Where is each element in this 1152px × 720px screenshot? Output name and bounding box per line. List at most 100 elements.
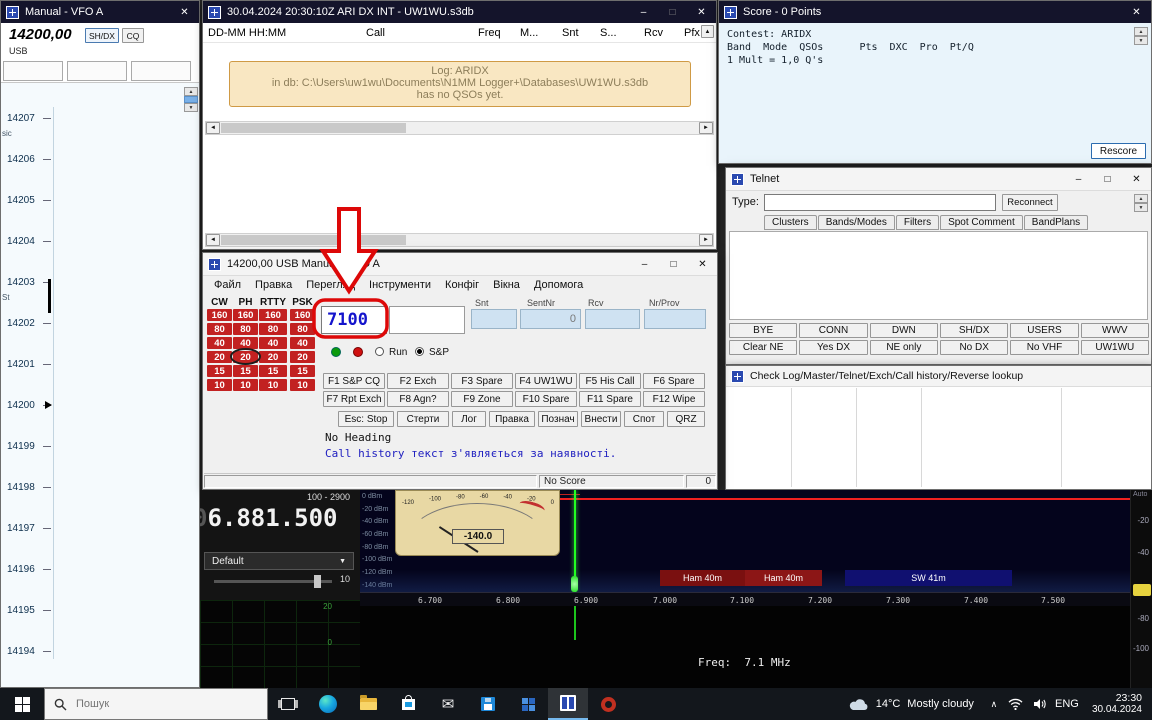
close-icon[interactable]: ✕	[170, 1, 199, 23]
bandmap-frequency[interactable]: 14207	[7, 113, 35, 124]
band-button[interactable]: 80	[233, 323, 258, 335]
scroll-up-icon[interactable]: ▲	[701, 25, 714, 38]
minimize-icon[interactable]: –	[1064, 168, 1093, 190]
spinner-down-icon[interactable]: ▼	[1134, 203, 1148, 212]
snt-field[interactable]	[471, 309, 517, 329]
tab-bands-modes[interactable]: Bands/Modes	[818, 215, 895, 230]
fkey-f4[interactable]: F4 UW1WU	[515, 373, 577, 389]
bandmap-frequency[interactable]: 14200	[7, 400, 35, 411]
cq-button[interactable]: CQ	[122, 28, 144, 43]
log-col-header[interactable]: Rcv	[644, 27, 684, 39]
run-radio[interactable]	[375, 347, 384, 356]
bandmap-frequency[interactable]: 14203	[7, 277, 35, 288]
fkey-f9[interactable]: F9 Zone	[451, 391, 513, 407]
fkey-f5[interactable]: F5 His Call	[579, 373, 641, 389]
close-icon[interactable]: ✕	[1122, 168, 1151, 190]
menu-window[interactable]: Вікна	[486, 279, 527, 291]
file-explorer-button[interactable]	[348, 688, 388, 720]
maximize-icon[interactable]: □	[659, 253, 688, 275]
bandmap-frequency[interactable]: 14205	[7, 195, 35, 206]
vfo-memory-box[interactable]	[3, 61, 63, 81]
bandmap-frequency[interactable]: 14195	[7, 605, 35, 616]
menu-config[interactable]: Конфіг	[438, 279, 486, 291]
spectrum-display[interactable]: 0 dBm -20 dBm -40 dBm -60 dBm -80 dBm -1…	[360, 490, 1130, 592]
log-col-header[interactable]: DD-MM HH:MM	[203, 27, 366, 39]
band-button[interactable]: 40	[259, 337, 287, 349]
run-radio-label[interactable]: Run	[389, 347, 407, 358]
sentnr-field[interactable]: 0	[520, 309, 581, 329]
band-button[interactable]: 10	[290, 379, 315, 391]
volume-slider[interactable]	[214, 580, 332, 583]
search-input[interactable]	[74, 697, 238, 711]
log-col-header[interactable]: Call	[366, 27, 478, 39]
edge-button[interactable]	[308, 688, 348, 720]
telnet-spinner[interactable]: ▲ ▼	[1134, 194, 1148, 212]
menu-file[interactable]: Файл	[207, 279, 248, 291]
log-hscrollbar-bottom[interactable]: ◄ ►	[205, 233, 714, 247]
bandmap-frequency[interactable]: 14197	[7, 523, 35, 534]
vfo-memory-box[interactable]	[67, 61, 127, 81]
qrz-button[interactable]: QRZ	[667, 411, 705, 427]
scroll-right-icon[interactable]: ►	[699, 234, 713, 246]
zoom-down-icon[interactable]: ▼	[184, 103, 198, 112]
score-titlebar[interactable]: Score - 0 Points ✕	[719, 1, 1151, 23]
log-col-header[interactable]: Snt	[562, 27, 600, 39]
frequency-scale[interactable]: 6.700 6.800 6.900 7.000 7.100 7.200 7.30…	[360, 592, 1130, 606]
waterfall-display[interactable]: Freq: 7.1 MHz	[360, 606, 1130, 688]
red-app-button[interactable]	[588, 688, 628, 720]
band-segment-sw41m[interactable]: SW 41m	[845, 570, 1012, 586]
band-button[interactable]: 15	[233, 365, 258, 377]
dwn-button[interactable]: DWN	[870, 323, 938, 338]
fkey-f8[interactable]: F8 Agn?	[387, 391, 449, 407]
band-button[interactable]: 15	[290, 365, 315, 377]
volume-slider-thumb[interactable]	[314, 575, 321, 588]
bandmap-frequency[interactable]: 14196	[7, 564, 35, 575]
exchange-input[interactable]	[389, 306, 465, 334]
profile-dropdown[interactable]: Default▼	[204, 552, 354, 570]
conn-button[interactable]: CONN	[799, 323, 867, 338]
band-button[interactable]: 10	[259, 379, 287, 391]
no-dx-button[interactable]: No DX	[940, 340, 1008, 355]
tray-expand-button[interactable]: ∧	[984, 688, 1004, 720]
band-segment-ham40m-a[interactable]: Ham 40m	[660, 570, 745, 586]
shdx-button[interactable]: SH/DX	[940, 323, 1008, 338]
bandmap-frequency[interactable]: 14202	[7, 318, 35, 329]
score-spinner[interactable]: ▲ ▼	[1134, 27, 1148, 45]
wipe-button[interactable]: Стерти	[397, 411, 449, 427]
minimize-icon[interactable]: –	[630, 253, 659, 275]
menu-view[interactable]: Перегляд	[299, 279, 362, 291]
rcv-field[interactable]	[585, 309, 640, 329]
callsign-input[interactable]: 7100	[321, 306, 387, 334]
band-button[interactable]: 160	[207, 309, 232, 321]
log-titlebar[interactable]: 30.04.2024 20:30:10Z ARI DX INT - UW1WU.…	[203, 1, 716, 23]
yes-dx-button[interactable]: Yes DX	[799, 340, 867, 355]
vfo-titlebar[interactable]: Manual - VFO A ✕	[1, 1, 199, 23]
tab-clusters[interactable]: Clusters	[764, 215, 817, 230]
maximize-icon[interactable]: □	[1093, 168, 1122, 190]
no-vhf-button[interactable]: No VHF	[1010, 340, 1078, 355]
taskbar-search[interactable]	[44, 688, 268, 720]
close-icon[interactable]: ✕	[688, 253, 717, 275]
band-button[interactable]: 80	[259, 323, 287, 335]
fkey-f12[interactable]: F12 Wipe	[643, 391, 705, 407]
band-button[interactable]: 15	[259, 365, 287, 377]
n1mm-taskbar-button[interactable]	[548, 688, 588, 720]
band-button[interactable]: 40	[207, 337, 232, 349]
level-slider-handle[interactable]	[1133, 584, 1151, 596]
volume-button[interactable]	[1028, 688, 1052, 720]
network-button[interactable]	[1004, 688, 1028, 720]
menu-tools[interactable]: Інструменти	[362, 279, 438, 291]
wwv-button[interactable]: WWV	[1081, 323, 1149, 338]
sp-radio-label[interactable]: S&P	[429, 347, 449, 358]
fkey-f2[interactable]: F2 Exch	[387, 373, 449, 389]
band-button[interactable]: 80	[290, 323, 315, 335]
store-button[interactable]: Внести	[581, 411, 621, 427]
log-col-header[interactable]: M...	[520, 27, 562, 39]
tab-spot-comment[interactable]: Spot Comment	[940, 215, 1023, 230]
edit-button[interactable]: Правка	[489, 411, 535, 427]
tab-filters[interactable]: Filters	[896, 215, 939, 230]
weather-widget[interactable]: 14°C Mostly cloudy	[839, 688, 984, 720]
band-button[interactable]: 40	[290, 337, 315, 349]
band-button[interactable]: 10	[207, 379, 232, 391]
scrollbar-thumb[interactable]	[221, 123, 406, 133]
